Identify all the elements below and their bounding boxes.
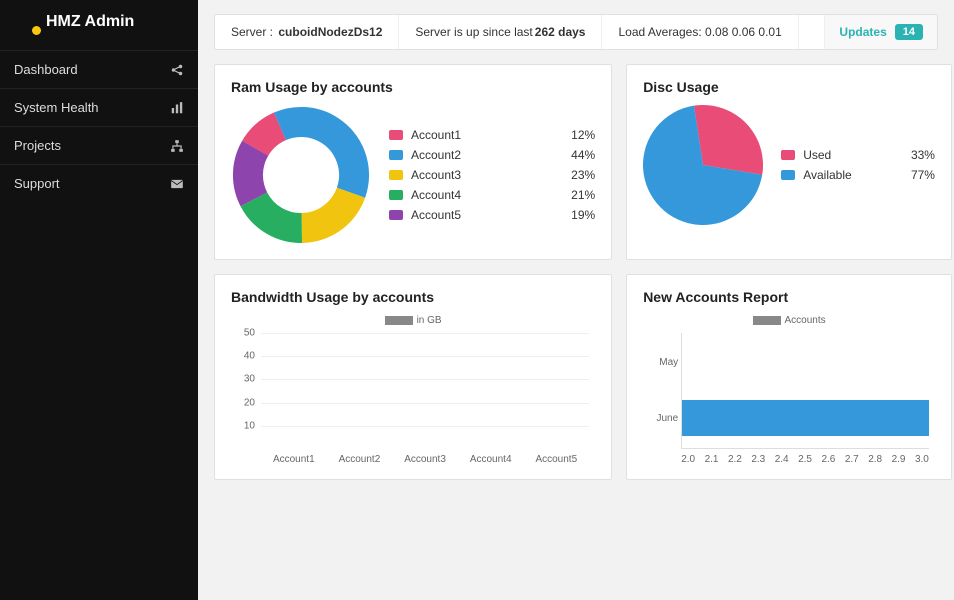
hbar-row: May	[682, 338, 929, 389]
legend-value: 44%	[563, 148, 595, 162]
sidebar-item-label: Projects	[14, 138, 61, 153]
legend-swatch	[781, 150, 795, 160]
hbar	[682, 400, 929, 435]
legend-row: Available 77%	[781, 168, 935, 182]
ram-donut-chart	[231, 105, 371, 245]
sidebar: HMZ Admin Dashboard System Health Projec…	[0, 0, 198, 600]
x-tick-label: 2.3	[751, 454, 765, 465]
x-tick-label: 3.0	[915, 454, 929, 465]
x-tick-label: Account1	[273, 454, 315, 465]
brand-name: HMZ Admin	[46, 13, 134, 31]
share-icon	[170, 63, 184, 77]
legend-row: Account3 23%	[389, 168, 595, 182]
sidebar-item-label: System Health	[14, 100, 99, 115]
mail-icon	[170, 177, 184, 191]
y-tick-label: 40	[231, 351, 255, 362]
legend-row: Account2 44%	[389, 148, 595, 162]
legend-label: Account4	[411, 188, 555, 202]
legend-value: 33%	[903, 148, 935, 162]
server-info: Server : cuboidNodezDs12	[215, 15, 399, 49]
card-disc-usage: Disc Usage Used 33% Available 77%	[626, 64, 952, 260]
updates-button[interactable]: Updates 14	[824, 15, 937, 49]
x-tick-label: 2.6	[821, 454, 835, 465]
chart-legend: in GB	[231, 315, 595, 326]
legend-value: 77%	[903, 168, 935, 182]
load-info: Load Averages: 0.08 0.06 0.01	[602, 15, 798, 49]
x-tick-label: 2.1	[705, 454, 719, 465]
sidebar-item-label: Dashboard	[14, 62, 78, 77]
x-tick-label: 2.2	[728, 454, 742, 465]
legend-value: 19%	[563, 208, 595, 222]
y-category-label: June	[646, 413, 678, 424]
legend-swatch	[389, 190, 403, 200]
legend-label: Available	[803, 168, 895, 182]
y-tick-label: 10	[231, 420, 255, 431]
y-tick-label: 20	[231, 397, 255, 408]
legend-label: Account1	[411, 128, 555, 142]
dashboard-grid: Ram Usage by accounts Account112%Account…	[214, 64, 938, 480]
x-tick-label: Account4	[470, 454, 512, 465]
x-tick-label: 2.5	[798, 454, 812, 465]
updates-count-badge: 14	[895, 24, 923, 40]
main-content: Server : cuboidNodezDs12 Server is up si…	[198, 0, 954, 600]
legend-row: Account4 21%	[389, 188, 595, 202]
sidebar-item-support[interactable]: Support	[0, 164, 198, 202]
x-tick-label: Account3	[404, 454, 446, 465]
card-new-accounts: New Accounts Report AccountsMayJune2.02.…	[626, 274, 952, 480]
legend-swatch	[781, 170, 795, 180]
y-tick-label: 30	[231, 374, 255, 385]
card-title: Disc Usage	[643, 79, 935, 95]
stats-icon	[170, 101, 184, 115]
legend-label: Account5	[411, 208, 555, 222]
legend-label: Used	[803, 148, 895, 162]
brand-icon	[14, 12, 38, 32]
nav: Dashboard System Health Projects Support	[0, 50, 198, 202]
legend-row: Used 33%	[781, 148, 935, 162]
y-tick-label: 50	[231, 328, 255, 339]
legend-row: Account1 12%	[389, 128, 595, 142]
sitemap-icon	[170, 139, 184, 153]
legend-value: 12%	[563, 128, 595, 142]
legend-swatch	[389, 150, 403, 160]
y-category-label: May	[646, 357, 678, 368]
sidebar-item-projects[interactable]: Projects	[0, 126, 198, 164]
legend-value: 23%	[563, 168, 595, 182]
sidebar-item-system-health[interactable]: System Health	[0, 88, 198, 126]
bandwidth-bar-chart: in GB 10 20 30 40 50 Account1 Account2 Account3 A…	[231, 315, 595, 465]
chart-legend: Accounts	[643, 315, 935, 326]
brand-logo: HMZ Admin	[0, 0, 198, 44]
card-ram-usage: Ram Usage by accounts Account112%Account…	[214, 64, 612, 260]
legend-label: Account3	[411, 168, 555, 182]
hbar-row: June	[682, 393, 929, 444]
x-tick-label: 2.4	[775, 454, 789, 465]
ram-legend: Account112%Account244%Account323%Account…	[389, 122, 595, 228]
card-title: Ram Usage by accounts	[231, 79, 595, 95]
legend-row: Account5 19%	[389, 208, 595, 222]
disc-legend: Used 33% Available 77%	[781, 142, 935, 188]
x-tick-label: Account2	[339, 454, 381, 465]
x-tick-label: 2.7	[845, 454, 859, 465]
legend-swatch	[389, 170, 403, 180]
x-tick-label: 2.9	[892, 454, 906, 465]
card-title: Bandwidth Usage by accounts	[231, 289, 595, 305]
x-tick-label: 2.8	[868, 454, 882, 465]
new-accounts-bar-chart: AccountsMayJune2.02.12.22.32.42.52.62.72…	[643, 315, 935, 465]
x-tick-label: 2.0	[681, 454, 695, 465]
sidebar-item-dashboard[interactable]: Dashboard	[0, 50, 198, 88]
legend-label: Account2	[411, 148, 555, 162]
legend-swatch	[389, 130, 403, 140]
card-title: New Accounts Report	[643, 289, 935, 305]
legend-value: 21%	[563, 188, 595, 202]
sidebar-item-label: Support	[14, 176, 60, 191]
card-bandwidth: Bandwidth Usage by accounts in GB 10 20 30 4…	[214, 274, 612, 480]
topbar: Server : cuboidNodezDs12 Server is up si…	[214, 14, 938, 50]
legend-swatch	[389, 210, 403, 220]
disc-pie-chart	[643, 105, 763, 225]
uptime-info: Server is up since last262 days	[399, 15, 602, 49]
x-tick-label: Account5	[535, 454, 577, 465]
